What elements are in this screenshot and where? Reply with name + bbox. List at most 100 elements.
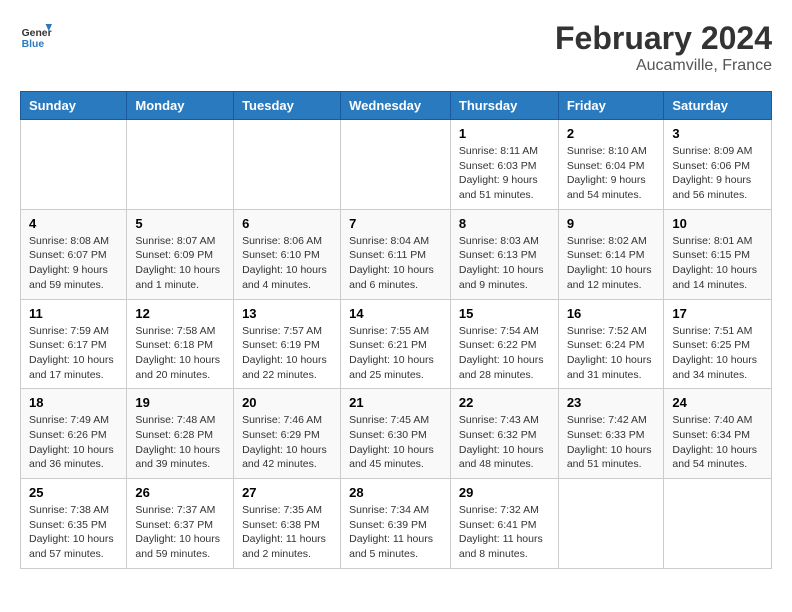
calendar-cell: 24 Sunrise: 7:40 AM Sunset: 6:34 PM Dayli…	[664, 389, 772, 479]
day-number: 2	[567, 126, 656, 141]
day-info: Sunrise: 7:35 AM Sunset: 6:38 PM Dayligh…	[242, 503, 332, 562]
calendar-cell: 5 Sunrise: 8:07 AM Sunset: 6:09 PM Daylig…	[127, 209, 234, 299]
day-info: Sunrise: 7:42 AM Sunset: 6:33 PM Dayligh…	[567, 413, 656, 472]
calendar-week-row: 25 Sunrise: 7:38 AM Sunset: 6:35 PM Dayli…	[21, 479, 772, 569]
calendar-cell: 16 Sunrise: 7:52 AM Sunset: 6:24 PM Dayli…	[558, 299, 664, 389]
day-number: 24	[672, 395, 763, 410]
day-info: Sunrise: 8:07 AM Sunset: 6:09 PM Dayligh…	[135, 234, 225, 293]
svg-text:General: General	[22, 28, 52, 39]
day-number: 4	[29, 216, 118, 231]
calendar-cell: 13Sunrise: 7:57 AM Sunset: 6:19 PM Dayli…	[234, 299, 341, 389]
day-number: 27	[242, 485, 332, 500]
calendar-cell: 2 Sunrise: 8:10 AM Sunset: 6:04 PM Daylig…	[558, 120, 664, 210]
calendar-cell: 19 Sunrise: 7:48 AM Sunset: 6:28 PM Dayli…	[127, 389, 234, 479]
svg-text:Blue: Blue	[22, 39, 45, 50]
calendar-cell: 12Sunrise: 7:58 AM Sunset: 6:18 PM Dayli…	[127, 299, 234, 389]
day-number: 19	[135, 395, 225, 410]
calendar-cell: 14Sunrise: 7:55 AM Sunset: 6:21 PM Dayli…	[341, 299, 451, 389]
day-number: 10	[672, 216, 763, 231]
day-of-week-header: Thursday	[450, 92, 558, 120]
calendar-cell: 28 Sunrise: 7:34 AM Sunset: 6:39 PM Dayli…	[341, 479, 451, 569]
calendar-cell: 15 Sunrise: 7:54 AM Sunset: 6:22 PM Dayli…	[450, 299, 558, 389]
day-info: Sunrise: 8:09 AM Sunset: 6:06 PM Dayligh…	[672, 144, 763, 203]
calendar-cell: 11 Sunrise: 7:59 AM Sunset: 6:17 PM Dayli…	[21, 299, 127, 389]
calendar-cell: 25 Sunrise: 7:38 AM Sunset: 6:35 PM Dayli…	[21, 479, 127, 569]
day-number: 20	[242, 395, 332, 410]
logo: General Blue	[20, 20, 52, 52]
day-number: 29	[459, 485, 550, 500]
calendar-week-row: 18 Sunrise: 7:49 AM Sunset: 6:26 PM Dayli…	[21, 389, 772, 479]
day-info: Sunrise: 7:32 AM Sunset: 6:41 PM Dayligh…	[459, 503, 550, 562]
day-number: 9	[567, 216, 656, 231]
calendar-cell: 3 Sunrise: 8:09 AM Sunset: 6:06 PM Daylig…	[664, 120, 772, 210]
page-header: General Blue February 2024 Aucamville, F…	[20, 20, 772, 75]
calendar-cell	[558, 479, 664, 569]
calendar-cell: 7 Sunrise: 8:04 AM Sunset: 6:11 PM Daylig…	[341, 209, 451, 299]
day-of-week-header: Wednesday	[341, 92, 451, 120]
day-info: Sunrise: 7:43 AM Sunset: 6:32 PM Dayligh…	[459, 413, 550, 472]
day-info: Sunrise: 7:49 AM Sunset: 6:26 PM Dayligh…	[29, 413, 118, 472]
day-number: 3	[672, 126, 763, 141]
day-info: Sunrise: 7:54 AM Sunset: 6:22 PM Dayligh…	[459, 324, 550, 383]
day-number: 1	[459, 126, 550, 141]
day-number: 22	[459, 395, 550, 410]
calendar-cell: 17Sunrise: 7:51 AM Sunset: 6:25 PM Dayli…	[664, 299, 772, 389]
calendar-cell: 26Sunrise: 7:37 AM Sunset: 6:37 PM Dayli…	[127, 479, 234, 569]
day-number: 7	[349, 216, 442, 231]
calendar-cell	[341, 120, 451, 210]
day-of-week-header: Friday	[558, 92, 664, 120]
day-info: Sunrise: 7:48 AM Sunset: 6:28 PM Dayligh…	[135, 413, 225, 472]
calendar-header-row: SundayMondayTuesdayWednesdayThursdayFrid…	[21, 92, 772, 120]
day-number: 15	[459, 306, 550, 321]
day-number: 28	[349, 485, 442, 500]
calendar-cell: 21Sunrise: 7:45 AM Sunset: 6:30 PM Dayli…	[341, 389, 451, 479]
calendar-cell: 10 Sunrise: 8:01 AM Sunset: 6:15 PM Dayli…	[664, 209, 772, 299]
day-info: Sunrise: 7:52 AM Sunset: 6:24 PM Dayligh…	[567, 324, 656, 383]
day-info: Sunrise: 8:01 AM Sunset: 6:15 PM Dayligh…	[672, 234, 763, 293]
day-number: 16	[567, 306, 656, 321]
location: Aucamville, France	[555, 57, 772, 75]
calendar-cell: 22 Sunrise: 7:43 AM Sunset: 6:32 PM Dayli…	[450, 389, 558, 479]
day-of-week-header: Tuesday	[234, 92, 341, 120]
day-info: Sunrise: 7:51 AM Sunset: 6:25 PM Dayligh…	[672, 324, 763, 383]
day-of-week-header: Saturday	[664, 92, 772, 120]
calendar-cell: 18 Sunrise: 7:49 AM Sunset: 6:26 PM Dayli…	[21, 389, 127, 479]
logo-icon: General Blue	[20, 20, 52, 52]
day-info: Sunrise: 8:06 AM Sunset: 6:10 PM Dayligh…	[242, 234, 332, 293]
day-of-week-header: Monday	[127, 92, 234, 120]
day-info: Sunrise: 7:45 AM Sunset: 6:30 PM Dayligh…	[349, 413, 442, 472]
day-of-week-header: Sunday	[21, 92, 127, 120]
calendar-cell: 6 Sunrise: 8:06 AM Sunset: 6:10 PM Daylig…	[234, 209, 341, 299]
day-number: 23	[567, 395, 656, 410]
day-info: Sunrise: 7:46 AM Sunset: 6:29 PM Dayligh…	[242, 413, 332, 472]
calendar-week-row: 11 Sunrise: 7:59 AM Sunset: 6:17 PM Dayli…	[21, 299, 772, 389]
day-number: 12	[135, 306, 225, 321]
day-info: Sunrise: 7:40 AM Sunset: 6:34 PM Dayligh…	[672, 413, 763, 472]
day-number: 25	[29, 485, 118, 500]
calendar-week-row: 4 Sunrise: 8:08 AM Sunset: 6:07 PM Daylig…	[21, 209, 772, 299]
calendar-cell	[664, 479, 772, 569]
day-info: Sunrise: 7:38 AM Sunset: 6:35 PM Dayligh…	[29, 503, 118, 562]
day-info: Sunrise: 8:10 AM Sunset: 6:04 PM Dayligh…	[567, 144, 656, 203]
day-number: 6	[242, 216, 332, 231]
day-number: 18	[29, 395, 118, 410]
calendar-cell: 27 Sunrise: 7:35 AM Sunset: 6:38 PM Dayli…	[234, 479, 341, 569]
month-title: February 2024	[555, 20, 772, 57]
calendar-cell: 8 Sunrise: 8:03 AM Sunset: 6:13 PM Daylig…	[450, 209, 558, 299]
calendar-table: SundayMondayTuesdayWednesdayThursdayFrid…	[20, 91, 772, 569]
calendar-cell: 1Sunrise: 8:11 AM Sunset: 6:03 PM Daylig…	[450, 120, 558, 210]
calendar-cell: 23 Sunrise: 7:42 AM Sunset: 6:33 PM Dayli…	[558, 389, 664, 479]
day-info: Sunrise: 7:37 AM Sunset: 6:37 PM Dayligh…	[135, 503, 225, 562]
day-number: 5	[135, 216, 225, 231]
day-info: Sunrise: 7:34 AM Sunset: 6:39 PM Dayligh…	[349, 503, 442, 562]
day-info: Sunrise: 8:04 AM Sunset: 6:11 PM Dayligh…	[349, 234, 442, 293]
day-info: Sunrise: 8:03 AM Sunset: 6:13 PM Dayligh…	[459, 234, 550, 293]
day-info: Sunrise: 8:08 AM Sunset: 6:07 PM Dayligh…	[29, 234, 118, 293]
day-info: Sunrise: 7:59 AM Sunset: 6:17 PM Dayligh…	[29, 324, 118, 383]
day-number: 13	[242, 306, 332, 321]
day-number: 14	[349, 306, 442, 321]
calendar-cell: 29 Sunrise: 7:32 AM Sunset: 6:41 PM Dayli…	[450, 479, 558, 569]
day-number: 8	[459, 216, 550, 231]
day-number: 11	[29, 306, 118, 321]
calendar-cell: 20 Sunrise: 7:46 AM Sunset: 6:29 PM Dayli…	[234, 389, 341, 479]
